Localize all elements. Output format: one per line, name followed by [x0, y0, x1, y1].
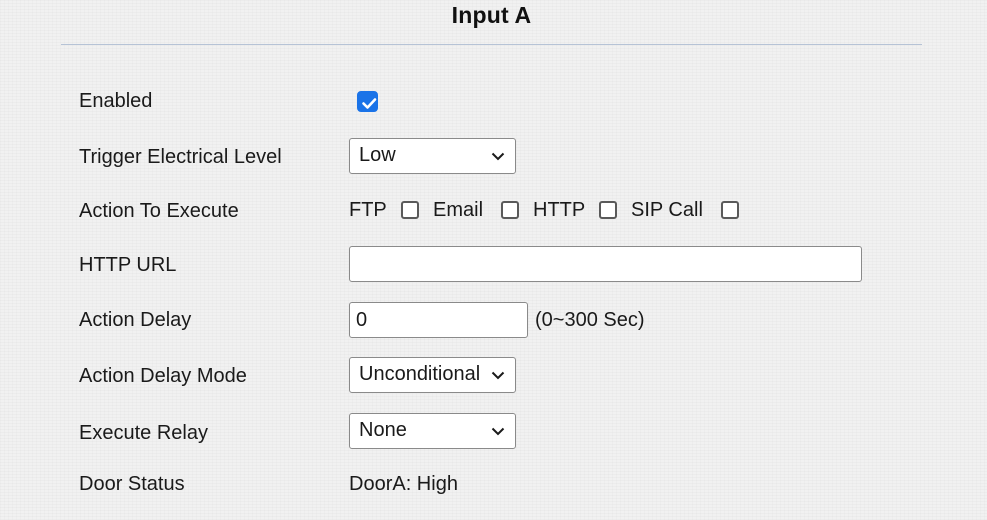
action-email-checkbox[interactable] [501, 201, 519, 219]
action-to-execute-label: Action To Execute [79, 200, 239, 222]
chevron-down-icon [491, 152, 505, 161]
http-url-input[interactable] [349, 246, 862, 282]
action-delay-label: Action Delay [79, 309, 192, 331]
action-email-label: Email [433, 199, 484, 221]
trigger-level-value: Low [359, 144, 396, 166]
action-delay-mode-label: Action Delay Mode [79, 365, 247, 387]
chevron-down-icon [491, 371, 505, 380]
check-icon [362, 98, 377, 109]
http-url-label: HTTP URL [79, 254, 177, 276]
execute-relay-label: Execute Relay [79, 422, 208, 444]
door-status-value: DoorA: High [349, 473, 458, 495]
chevron-down-icon [491, 427, 505, 436]
action-ftp-checkbox[interactable] [401, 201, 419, 219]
trigger-level-select[interactable]: Low [349, 138, 516, 174]
page-title: Input A [451, 2, 532, 28]
enabled-label: Enabled [79, 90, 153, 112]
action-ftp-label: FTP [349, 199, 387, 221]
action-delay-mode-select[interactable]: Unconditional [349, 357, 516, 393]
execute-relay-select[interactable]: None [349, 413, 516, 449]
trigger-level-label: Trigger Electrical Level [79, 146, 282, 168]
enabled-checkbox[interactable] [357, 91, 378, 112]
execute-relay-value: None [359, 419, 407, 441]
action-sip-call-checkbox[interactable] [721, 201, 739, 219]
action-http-checkbox[interactable] [599, 201, 617, 219]
action-http-label: HTTP [533, 199, 586, 221]
action-delay-input[interactable]: 0 [349, 302, 528, 338]
title-divider [61, 44, 922, 45]
action-sip-call-label: SIP Call [631, 199, 703, 221]
door-status-label: Door Status [79, 473, 185, 495]
action-delay-value: 0 [356, 309, 368, 331]
action-delay-hint: (0~300 Sec) [535, 309, 645, 331]
action-delay-mode-value: Unconditional [359, 363, 481, 385]
